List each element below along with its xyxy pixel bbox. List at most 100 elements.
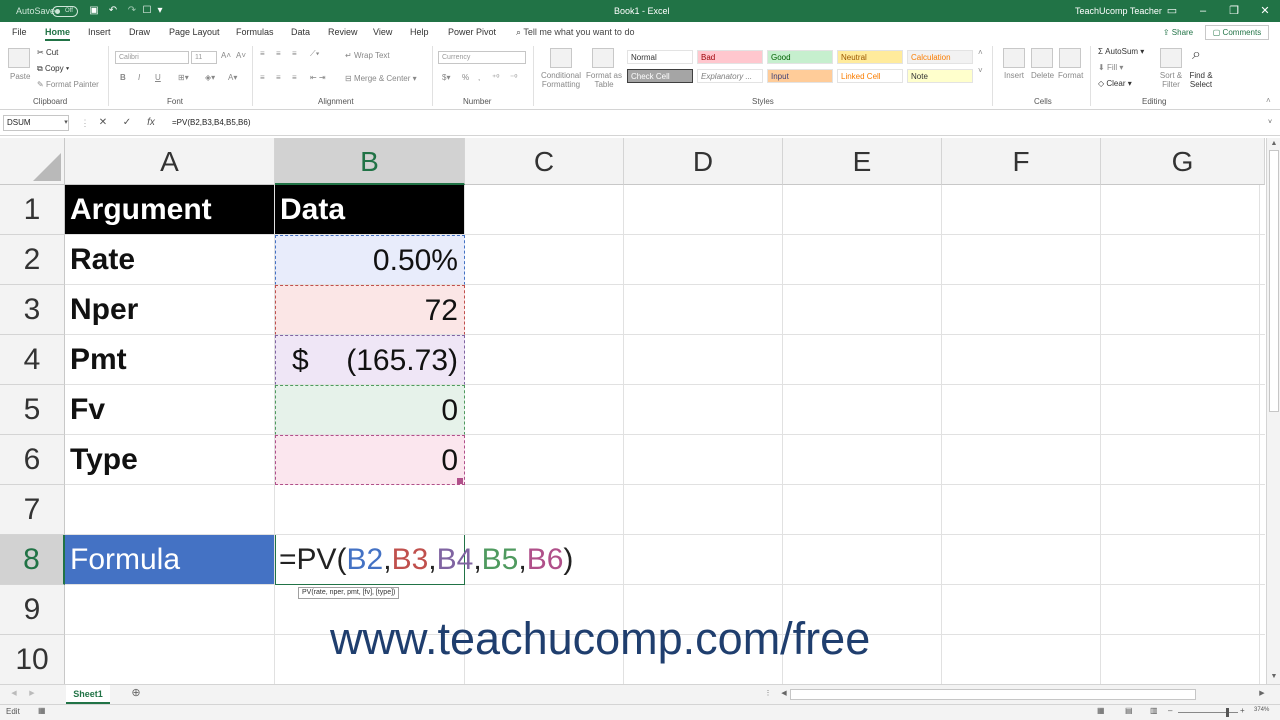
row-header-8[interactable]: 8 bbox=[0, 535, 65, 585]
column-header-e[interactable]: E bbox=[783, 138, 942, 185]
cell-a3[interactable]: Nper bbox=[65, 285, 275, 335]
cell-a5[interactable]: Fv bbox=[65, 385, 275, 435]
conditional-formatting-button[interactable]: Conditional Formatting bbox=[538, 71, 584, 89]
cell-a6[interactable]: Type bbox=[65, 435, 275, 485]
tab-help[interactable]: Help bbox=[410, 22, 429, 42]
tab-data[interactable]: Data bbox=[291, 22, 310, 42]
format-cells-icon[interactable] bbox=[1059, 48, 1081, 68]
row-header-4[interactable]: 4 bbox=[0, 335, 65, 385]
share-button[interactable]: ⇪ Share bbox=[1157, 25, 1199, 40]
column-header-d[interactable]: D bbox=[624, 138, 783, 185]
touch-mode-icon[interactable]: ☐ bbox=[140, 4, 154, 18]
style-note[interactable]: Note bbox=[907, 69, 973, 83]
cell-b4[interactable]: $ (165.73) bbox=[275, 335, 465, 385]
tab-draw[interactable]: Draw bbox=[129, 22, 150, 42]
style-input[interactable]: Input bbox=[767, 69, 833, 83]
find-icon[interactable]: ⌕ bbox=[1192, 46, 1201, 64]
expand-formula-bar-icon[interactable]: ˅ bbox=[1262, 115, 1278, 131]
sort-filter-icon[interactable] bbox=[1160, 48, 1182, 68]
insert-cells-icon[interactable] bbox=[1003, 48, 1025, 68]
tab-formulas[interactable]: Formulas bbox=[236, 22, 274, 42]
vertical-scroll-thumb[interactable] bbox=[1269, 150, 1279, 412]
conditional-formatting-icon[interactable] bbox=[550, 48, 572, 68]
align-left-icon[interactable]: ≡ bbox=[260, 73, 265, 82]
autosum-button[interactable]: Σ AutoSum ▾ bbox=[1098, 47, 1144, 56]
vertical-scrollbar[interactable]: ▲ ▼ bbox=[1266, 138, 1280, 684]
currency-icon[interactable]: $▾ bbox=[442, 73, 450, 82]
zoom-slider-thumb[interactable] bbox=[1226, 708, 1229, 717]
name-box-dropdown-icon[interactable]: ▾ bbox=[58, 115, 74, 131]
customize-qat-icon[interactable]: ▾ bbox=[153, 4, 167, 18]
style-calculation[interactable]: Calculation bbox=[907, 50, 973, 64]
borders-icon[interactable]: ⊞▾ bbox=[178, 73, 189, 82]
clear-button[interactable]: ◇ Clear ▾ bbox=[1098, 79, 1132, 88]
restore-icon[interactable]: ❐ bbox=[1219, 0, 1249, 22]
cell-b3[interactable]: 72 bbox=[275, 285, 465, 335]
format-as-table-button[interactable]: Format as Table bbox=[584, 71, 624, 89]
formula-input[interactable]: =PV(B2,B3,B4,B5,B6) bbox=[172, 115, 251, 131]
row-header-7[interactable]: 7 bbox=[0, 485, 65, 535]
minimize-icon[interactable]: – bbox=[1188, 0, 1218, 22]
enter-icon[interactable]: ✓ bbox=[119, 115, 135, 131]
zoom-out-icon[interactable]: – bbox=[1168, 706, 1172, 715]
cell-a4[interactable]: Pmt bbox=[65, 335, 275, 385]
tab-file[interactable]: File bbox=[12, 22, 27, 42]
style-linked-cell[interactable]: Linked Cell bbox=[837, 69, 903, 83]
number-format-combo[interactable]: Currency bbox=[438, 51, 526, 64]
scroll-left-icon[interactable]: ◀ bbox=[778, 689, 790, 699]
page-break-view-icon[interactable]: ▥ bbox=[1150, 706, 1158, 715]
cell-b7[interactable] bbox=[275, 485, 465, 535]
sheet-options-icon[interactable]: ⋮ bbox=[762, 689, 774, 699]
indent-icon[interactable]: ⇤ ⇥ bbox=[310, 73, 326, 82]
column-header-f[interactable]: F bbox=[942, 138, 1101, 185]
merge-center-button[interactable]: ⊟ Merge & Center ▾ bbox=[345, 74, 417, 83]
cell-b8-formula[interactable]: =PV(B2,B3,B4,B5,B6) bbox=[279, 535, 573, 585]
tab-review[interactable]: Review bbox=[328, 22, 358, 42]
next-sheet-icon[interactable]: ▶ bbox=[26, 689, 38, 699]
align-middle-icon[interactable]: ≡ bbox=[276, 49, 281, 58]
font-name-combo[interactable]: Calibri bbox=[115, 51, 189, 64]
autosave-toggle[interactable]: Off bbox=[52, 6, 78, 17]
close-icon[interactable]: ✕ bbox=[1250, 0, 1280, 22]
decrease-font-icon[interactable]: A˅ bbox=[236, 51, 246, 60]
percent-icon[interactable]: % bbox=[462, 73, 469, 82]
insert-function-icon[interactable]: fx bbox=[143, 115, 159, 131]
style-check-cell[interactable]: Check Cell bbox=[627, 69, 693, 83]
orientation-icon[interactable]: ⟋▾ bbox=[310, 49, 320, 59]
column-header-c[interactable]: C bbox=[465, 138, 624, 185]
collapse-ribbon-icon[interactable]: ˄ bbox=[1266, 96, 1271, 105]
cell-b1[interactable]: Data bbox=[275, 185, 465, 235]
paste-button[interactable]: Paste bbox=[10, 72, 30, 81]
row-header-3[interactable]: 3 bbox=[0, 285, 65, 335]
comments-button[interactable]: ▢ Comments bbox=[1205, 25, 1269, 40]
align-bottom-icon[interactable]: ≡ bbox=[292, 49, 297, 58]
cell-a1[interactable]: Argument bbox=[65, 185, 275, 235]
cell-a8[interactable]: Formula bbox=[65, 535, 275, 585]
select-all-button[interactable] bbox=[0, 138, 65, 185]
horizontal-scroll-thumb[interactable] bbox=[790, 689, 1196, 700]
cut-button[interactable]: ✂ Cut bbox=[37, 48, 58, 57]
macro-record-icon[interactable]: ▦ bbox=[38, 706, 46, 715]
page-layout-view-icon[interactable]: ▤ bbox=[1125, 706, 1133, 715]
cancel-icon[interactable]: ✕ bbox=[95, 115, 111, 131]
decrease-decimal-icon[interactable]: ⁻⁰ bbox=[510, 73, 517, 82]
style-good[interactable]: Good bbox=[767, 50, 833, 64]
cell-a2[interactable]: Rate bbox=[65, 235, 275, 285]
cell-b6[interactable]: 0 bbox=[275, 435, 465, 485]
zoom-in-icon[interactable]: + bbox=[1240, 706, 1245, 715]
format-cells-button[interactable]: Format bbox=[1058, 71, 1083, 80]
align-right-icon[interactable]: ≡ bbox=[292, 73, 297, 82]
column-header-b[interactable]: B bbox=[275, 138, 465, 185]
tab-home[interactable]: Home bbox=[45, 22, 71, 42]
fill-color-icon[interactable]: ◈▾ bbox=[205, 73, 215, 82]
styles-scroll-down-icon[interactable]: ˅ bbox=[978, 66, 983, 75]
sheet-tab-sheet1[interactable]: Sheet1 bbox=[66, 685, 110, 704]
save-icon[interactable]: ▣ bbox=[87, 4, 101, 18]
new-sheet-icon[interactable]: ⊕ bbox=[130, 688, 142, 699]
row-header-10[interactable]: 10 bbox=[0, 635, 65, 684]
style-neutral[interactable]: Neutral bbox=[837, 50, 903, 64]
prev-sheet-icon[interactable]: ◀ bbox=[8, 689, 20, 699]
fill-button[interactable]: ⬇ Fill ▾ bbox=[1098, 63, 1123, 72]
row-header-5[interactable]: 5 bbox=[0, 385, 65, 435]
increase-decimal-icon[interactable]: ⁺⁰ bbox=[492, 73, 499, 82]
